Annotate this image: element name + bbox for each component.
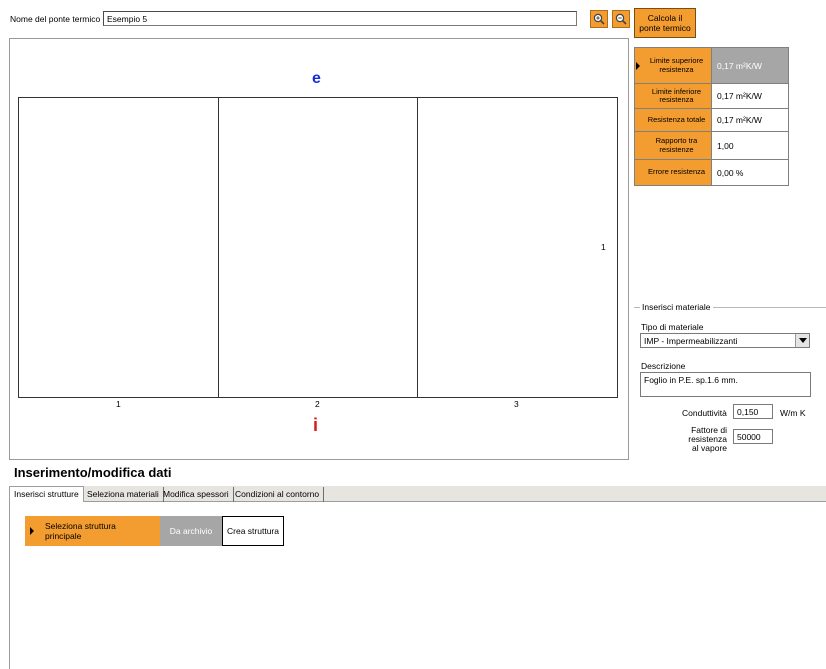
conductivity-field[interactable]: 0,150 bbox=[733, 404, 773, 419]
main-button-line2: principale bbox=[45, 531, 82, 541]
vapor-resistance-field[interactable]: 50000 bbox=[733, 429, 773, 444]
select-main-structure-button[interactable]: Seleziona struttura principale bbox=[25, 516, 160, 546]
conductivity-unit: W/m K bbox=[780, 408, 806, 418]
result-value: 1,00 bbox=[712, 132, 788, 159]
result-row[interactable]: Limite inferiore resistenza 0,17 m²K/W bbox=[635, 84, 788, 109]
from-archive-button[interactable]: Da archivio bbox=[160, 516, 222, 546]
material-group-title: Inserisci materiale bbox=[640, 302, 713, 312]
zoom-in-icon bbox=[593, 13, 605, 25]
zoom-in-button[interactable] bbox=[590, 10, 608, 28]
layer-cell[interactable] bbox=[219, 98, 419, 397]
tab-modifica-spessori[interactable]: Modifica spessori bbox=[159, 487, 234, 502]
calculate-label-line2: ponte termico bbox=[639, 23, 691, 33]
result-value: 0,17 m²K/W bbox=[712, 109, 788, 131]
results-table: Limite superiore resistenza 0,17 m²K/W L… bbox=[634, 47, 789, 186]
result-label: Rapporto tra resistenze bbox=[642, 132, 712, 159]
material-type-value: IMP - Impermeabilizzanti bbox=[644, 336, 738, 346]
bridge-name-label: Nome del ponte termico bbox=[10, 14, 101, 24]
material-type-label: Tipo di materiale bbox=[641, 322, 704, 332]
create-structure-button[interactable]: Crea struttura bbox=[222, 516, 284, 546]
vapor-label-line1: Fattore di resistenza bbox=[688, 425, 727, 444]
result-value: 0,17 m²K/W bbox=[712, 48, 788, 83]
result-label: Limite superiore resistenza bbox=[642, 48, 712, 83]
interior-label: i bbox=[313, 415, 319, 435]
result-row[interactable]: Resistenza totale 0,17 m²K/W bbox=[635, 109, 788, 132]
result-row[interactable]: Errore resistenza 0,00 % bbox=[635, 160, 788, 185]
result-label: Limite inferiore resistenza bbox=[642, 84, 712, 108]
vapor-resistance-label: Fattore di resistenza al vapore bbox=[653, 426, 727, 453]
calculate-bridge-button[interactable]: Calcola il ponte termico bbox=[634, 8, 696, 38]
column-number: 2 bbox=[315, 399, 320, 409]
arrow-right-icon bbox=[30, 527, 34, 535]
main-button-line1: Seleziona struttura bbox=[45, 521, 116, 531]
description-label: Descrizione bbox=[641, 361, 686, 371]
calculate-label-line1: Calcola il bbox=[647, 13, 683, 23]
result-label: Resistenza totale bbox=[642, 109, 712, 131]
vapor-label-line2: al vapore bbox=[692, 443, 727, 453]
tab-seleziona-materiali[interactable]: Seleziona materiali bbox=[83, 487, 164, 502]
material-type-select[interactable]: IMP - Impermeabilizzanti bbox=[640, 333, 810, 348]
zoom-out-button[interactable] bbox=[612, 10, 630, 28]
data-section-title: Inserimento/modifica dati bbox=[14, 465, 172, 480]
tab-condizioni-contorno[interactable]: Condizioni al contorno bbox=[231, 487, 325, 502]
result-value: 0,17 m²K/W bbox=[712, 84, 788, 108]
layer-cell[interactable] bbox=[19, 98, 219, 397]
layer-cell[interactable] bbox=[418, 98, 617, 397]
chevron-down-icon[interactable] bbox=[795, 334, 809, 347]
tab-inserisci-strutture[interactable]: Inserisci strutture bbox=[9, 486, 84, 503]
layer-grid bbox=[18, 97, 618, 398]
result-value: 0,00 % bbox=[712, 160, 788, 185]
description-field[interactable]: Foglio in P.E. sp.1.6 mm. bbox=[640, 372, 811, 397]
zoom-out-icon bbox=[615, 13, 627, 25]
column-number: 1 bbox=[116, 399, 121, 409]
row-number: 1 bbox=[601, 242, 606, 252]
row-selector-icon bbox=[636, 61, 640, 70]
exterior-label: e bbox=[312, 70, 321, 87]
column-number: 3 bbox=[514, 399, 519, 409]
tab-strip: Inserisci strutture Seleziona materiali … bbox=[9, 486, 826, 503]
conductivity-label: Conduttività bbox=[682, 408, 727, 418]
result-row[interactable]: Rapporto tra resistenze 1,00 bbox=[635, 132, 788, 160]
result-label: Errore resistenza bbox=[642, 160, 712, 185]
result-row[interactable]: Limite superiore resistenza 0,17 m²K/W bbox=[635, 48, 788, 84]
bridge-name-input[interactable]: Esempio 5 bbox=[103, 11, 577, 26]
